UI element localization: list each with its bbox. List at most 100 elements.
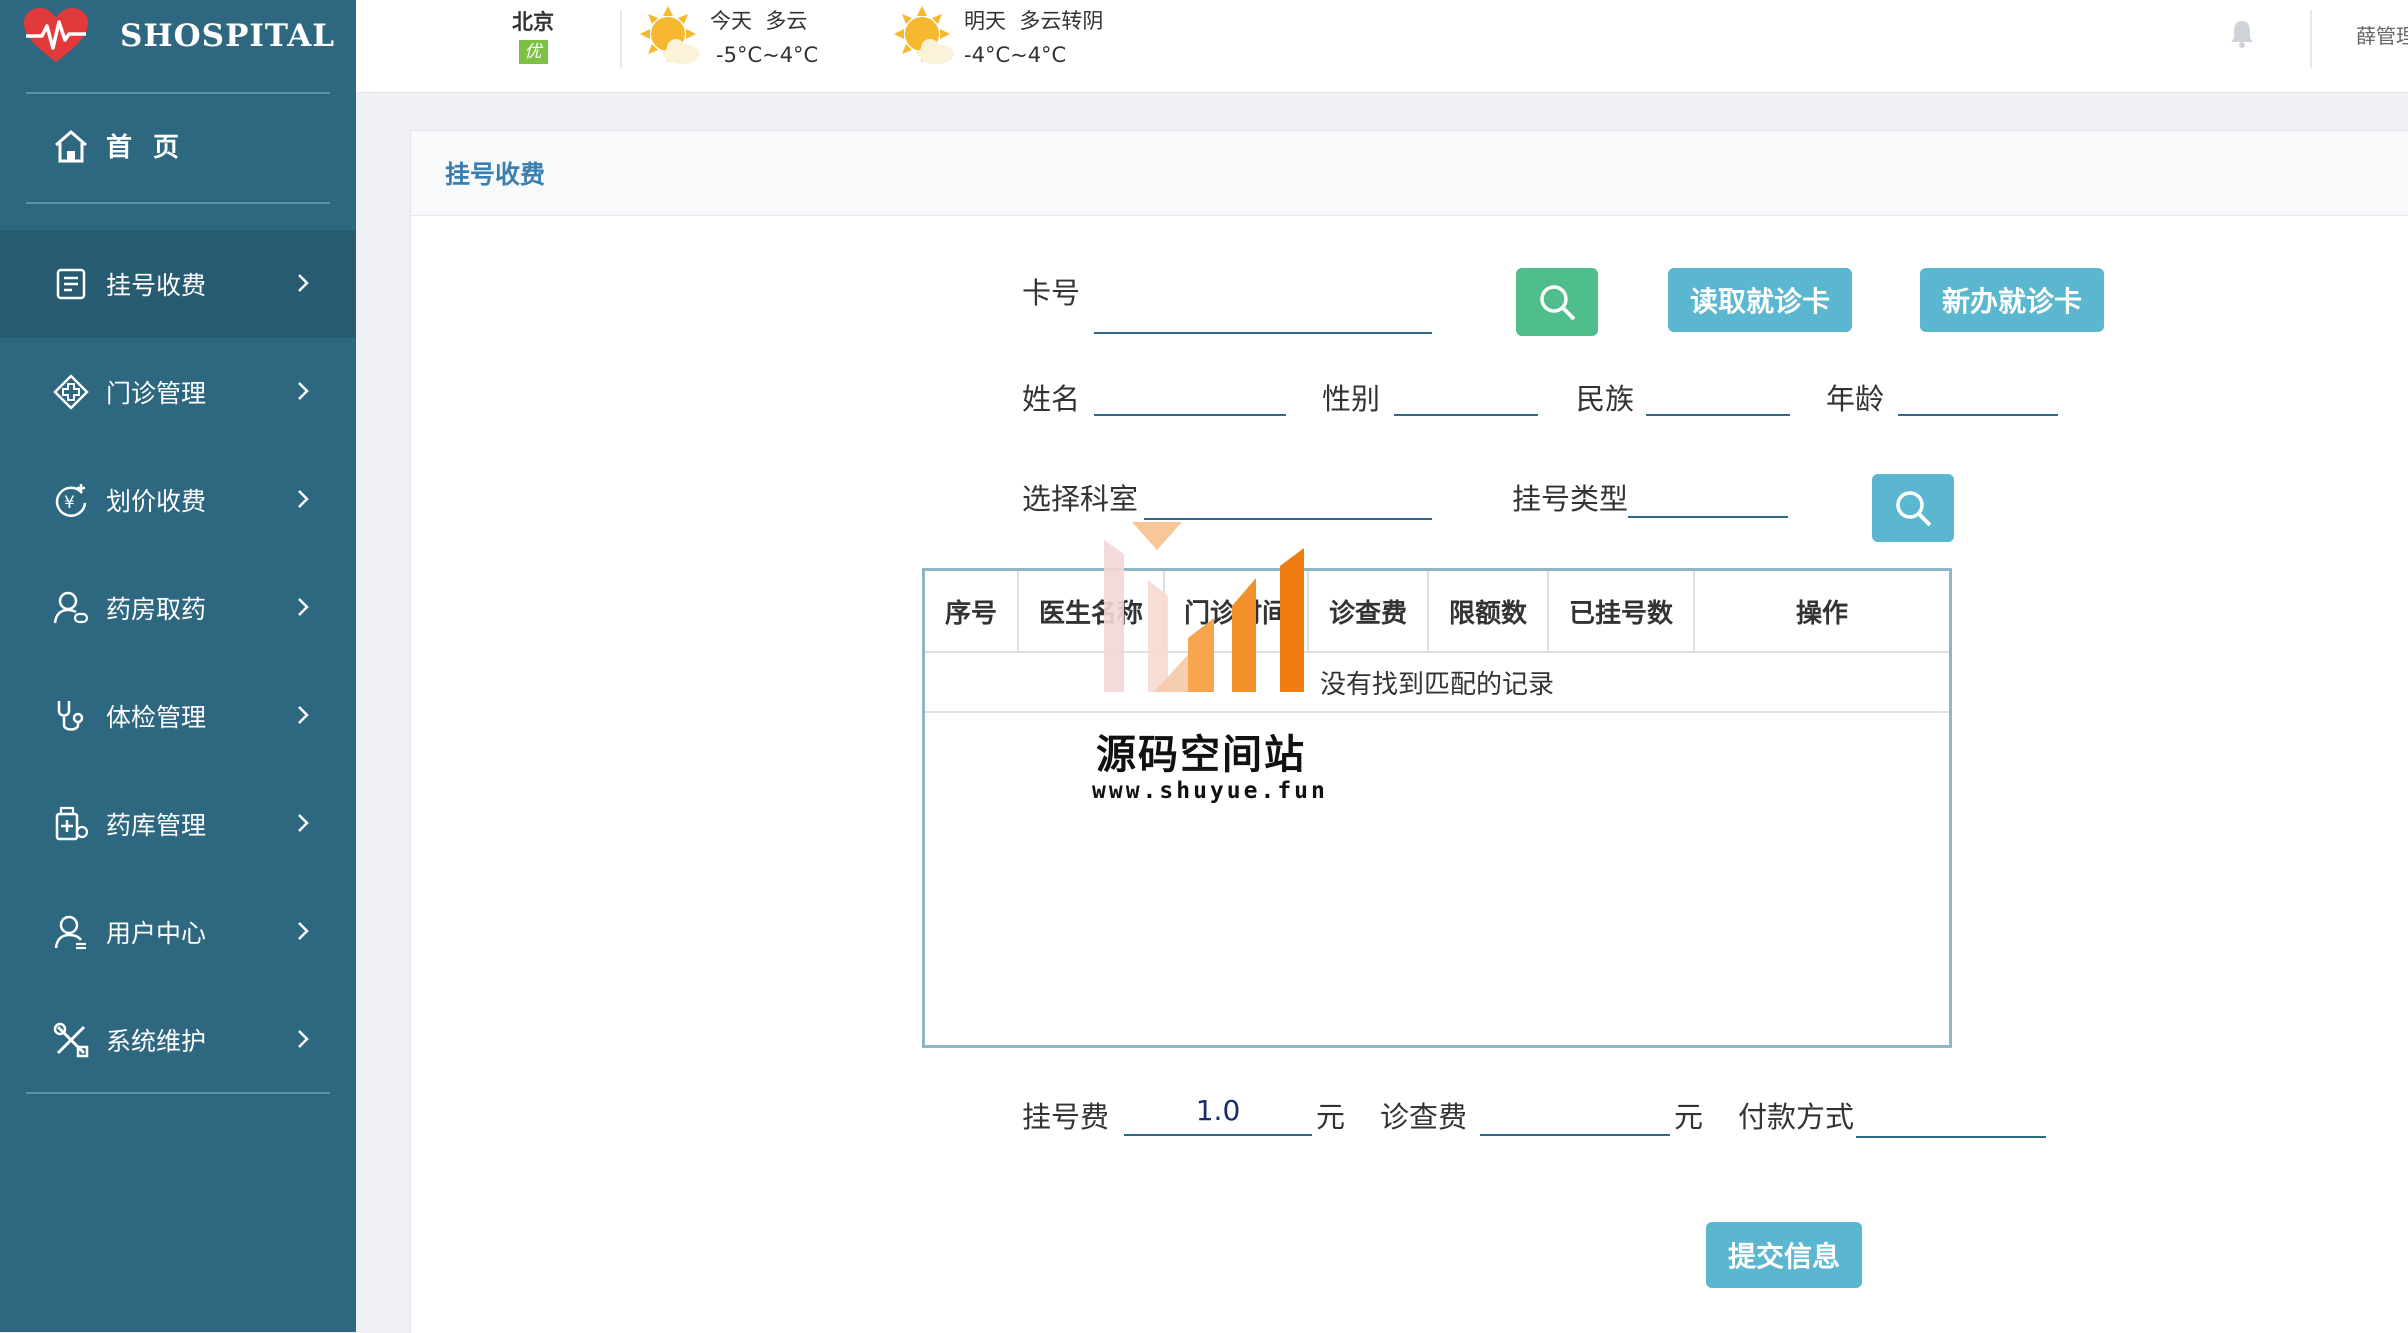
sidebar-item-system[interactable]: 系统维护 [0, 986, 356, 1094]
read-card-button[interactable]: 读取就诊卡 [1668, 268, 1852, 332]
chevron-right-icon [298, 1030, 309, 1048]
doctor-table: 序号 医生名称 门诊时间 诊查费 限额数 已挂号数 操作 没有找到匹配的记录 [922, 568, 1952, 1048]
chevron-right-icon [298, 706, 309, 724]
user-name[interactable]: 薛管理 [2356, 20, 2408, 49]
currency-unit: 元 [1316, 1100, 1346, 1134]
chevron-right-icon [298, 382, 309, 400]
sidebar-item-pricing[interactable]: ¥ 划价收费 [0, 446, 356, 554]
nav-home[interactable]: 首 页 [0, 108, 356, 183]
chevron-right-icon [298, 490, 309, 508]
doctor-search-button[interactable] [1872, 474, 1954, 542]
divider [620, 10, 622, 68]
column-header[interactable]: 序号 [925, 571, 1019, 651]
divider [2310, 10, 2312, 68]
table-empty-message: 没有找到匹配的记录 [925, 653, 1949, 713]
pay-method-select[interactable] [1856, 1136, 2046, 1138]
submit-button[interactable]: 提交信息 [1706, 1222, 1862, 1288]
nav-home-label: 首 页 [106, 133, 186, 163]
sidebar-item-label: 用户中心 [106, 919, 207, 948]
tomorrow-condition: 多云转阴 [1019, 9, 1104, 33]
column-header[interactable]: 限额数 [1429, 571, 1549, 651]
sidebar-item-label: 体检管理 [106, 703, 207, 732]
table-header: 序号 医生名称 门诊时间 诊查费 限额数 已挂号数 操作 [925, 571, 1949, 653]
drug-store-icon [55, 806, 89, 841]
chevron-right-icon [298, 274, 309, 292]
column-header[interactable]: 已挂号数 [1549, 571, 1695, 651]
divider [26, 1092, 330, 1094]
stethoscope-icon [57, 701, 84, 731]
search-icon [1896, 491, 1932, 527]
register-icon [56, 268, 86, 300]
age-label: 年龄 [1826, 382, 1885, 416]
sidebar-item-label: 系统维护 [106, 1027, 207, 1056]
pricing-icon: ¥ [55, 484, 87, 517]
pharmacy-icon [53, 591, 89, 624]
app-name: SHOSPITAL [120, 18, 336, 54]
gender-label: 性别 [1322, 382, 1381, 416]
city-name: 北京 [512, 10, 554, 34]
today-temp: -5°C~4°C [716, 43, 819, 67]
card-no-input[interactable] [1094, 332, 1432, 334]
divider [26, 92, 330, 94]
sidebar-item-label: 划价收费 [106, 487, 207, 516]
watermark-url: www.shuyue.fun [1092, 778, 1328, 804]
tomorrow-label: 明天 [964, 9, 1006, 33]
name-label: 姓名 [1022, 382, 1081, 416]
home-icon [55, 129, 87, 162]
today-label: 今天 [710, 9, 752, 33]
sidebar-item-register[interactable]: 挂号收费 [0, 230, 356, 338]
divider [26, 202, 330, 204]
sidebar-item-label: 挂号收费 [106, 271, 207, 300]
logo[interactable]: SHOSPITAL [22, 6, 335, 66]
sidebar-item-label: 药库管理 [106, 811, 207, 840]
gender-input[interactable] [1394, 414, 1538, 416]
currency-unit: 元 [1674, 1100, 1704, 1134]
chevron-right-icon [298, 598, 309, 616]
reg-fee-value[interactable]: 1.0 [1124, 1094, 1312, 1127]
sidebar-item-pharmacy[interactable]: 药房取药 [0, 554, 356, 662]
watermark-title: 源码空间站 [1096, 732, 1306, 778]
sidebar-item-user-center[interactable]: 用户中心 [0, 878, 356, 986]
sidebar-item-label: 药房取药 [106, 595, 207, 624]
reg-type-select[interactable] [1628, 516, 1788, 518]
age-input[interactable] [1898, 414, 2058, 416]
name-input[interactable] [1094, 414, 1286, 416]
sidebar-item-drug-store[interactable]: 药库管理 [0, 770, 356, 878]
weather-tomorrow: 明天 多云转阴 -4°C~4°C [892, 4, 1103, 72]
pay-method-label: 付款方式 [1738, 1100, 1855, 1134]
top-bar: 北京 优 今天 多云 -5°C~4°C 明天 多云转阴 -4°C~4°C 薛管理 [356, 0, 2408, 93]
partly-cloudy-icon [894, 6, 954, 64]
sidebar-item-checkup[interactable]: 体检管理 [0, 662, 356, 770]
card-no-label: 卡号 [1022, 276, 1081, 310]
dept-label: 选择科室 [1022, 482, 1139, 516]
sidebar-item-clinic[interactable]: 门诊管理 [0, 338, 356, 446]
reg-fee-label: 挂号费 [1022, 1100, 1110, 1134]
svg-text:¥: ¥ [64, 493, 75, 513]
tomorrow-temp: -4°C~4°C [964, 43, 1067, 67]
weather-today: 今天 多云 -5°C~4°C [638, 4, 818, 72]
today-condition: 多云 [765, 9, 808, 33]
chevron-right-icon [298, 922, 309, 940]
ethnicity-input[interactable] [1646, 414, 1790, 416]
chevron-right-icon [298, 814, 309, 832]
partly-cloudy-icon [640, 6, 700, 64]
card-search-button[interactable] [1516, 268, 1598, 336]
panel-header: 挂号收费 [411, 131, 2408, 216]
aqi-badge: 优 [518, 40, 548, 64]
user-icon [54, 915, 86, 950]
ethnicity-label: 民族 [1576, 382, 1635, 416]
page-title: 挂号收费 [445, 160, 546, 189]
reg-type-label: 挂号类型 [1512, 482, 1629, 516]
exam-fee-label: 诊查费 [1380, 1100, 1468, 1134]
clinic-icon [53, 374, 89, 410]
reg-fee-input[interactable] [1124, 1134, 1312, 1136]
heart-pulse-icon [24, 8, 88, 62]
new-card-button[interactable]: 新办就诊卡 [1920, 268, 2104, 332]
city-block: 北京 优 [512, 6, 554, 64]
bell-icon[interactable] [2228, 18, 2256, 48]
column-header[interactable]: 操作 [1695, 571, 1949, 651]
search-icon [1540, 285, 1576, 321]
exam-fee-input[interactable] [1480, 1134, 1670, 1136]
sidebar-item-label: 门诊管理 [106, 379, 207, 408]
sidebar: SHOSPITAL 首 页 挂号收费 门诊管理 ¥ 划价收费 药房取药 体检管理… [0, 0, 356, 1332]
